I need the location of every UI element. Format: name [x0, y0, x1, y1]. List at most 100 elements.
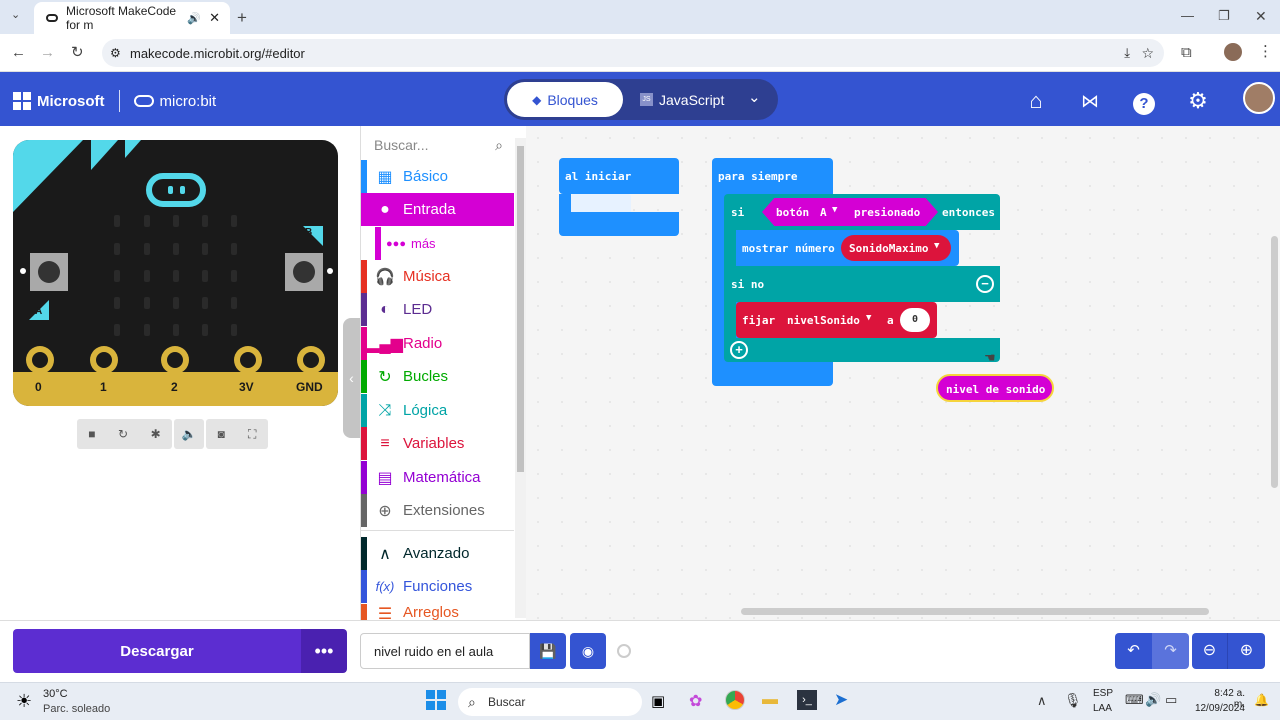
remove-else-icon[interactable]: −: [976, 275, 994, 293]
extensions-icon[interactable]: ⧉: [1181, 45, 1192, 60]
toolbox-advanced[interactable]: ∧ Avanzado: [361, 537, 514, 570]
toolbox-input[interactable]: ● Entrada: [361, 193, 514, 226]
chrome-icon[interactable]: [725, 690, 745, 710]
reload-icon[interactable]: ↻: [71, 45, 84, 60]
battery-icon[interactable]: ▭: [1165, 692, 1177, 708]
notifications-icon[interactable]: 🔔: [1254, 693, 1269, 707]
taskbar-search[interactable]: ⌕ Buscar: [458, 688, 642, 716]
toolbox-basic[interactable]: ▦ Básico: [361, 160, 514, 193]
chevron-down-icon[interactable]: ⌄: [748, 88, 761, 106]
show-number-block[interactable]: mostrar número SonidoMaximo ▼: [736, 230, 959, 266]
toolbox-functions[interactable]: f(x) Funciones: [361, 570, 514, 603]
sound-level-block[interactable]: nivel de sonido: [936, 374, 1054, 402]
if-block[interactable]: si botón A ▼ presionado entonces: [724, 194, 1000, 230]
toolbox-logic-label: Lógica: [403, 402, 448, 419]
browser-tab[interactable]: Microsoft MakeCode for m 🔊 ✕: [34, 2, 230, 34]
toolbox-extensions[interactable]: ⊕ Extensiones: [361, 494, 514, 527]
add-else-icon[interactable]: +: [730, 341, 748, 359]
toolbox-math[interactable]: ▤ Matemática: [361, 461, 514, 494]
toolbox-scrollbar[interactable]: [515, 138, 526, 618]
tab-list-icon[interactable]: ⌄: [11, 10, 20, 21]
toolbox-input-more[interactable]: ●●● más: [361, 227, 514, 260]
toolbox-radio[interactable]: ▂▄▆ Radio: [361, 327, 514, 360]
toolbox-logic[interactable]: ⤨ Lógica: [361, 394, 514, 427]
undo-icon[interactable]: ↶: [1115, 633, 1152, 669]
volume-icon[interactable]: 🔊: [1145, 692, 1161, 708]
download-menu-button[interactable]: •••: [301, 629, 347, 673]
bookmark-star-icon[interactable]: ☆: [1141, 45, 1154, 62]
toolbox-music[interactable]: 🎧 Música: [361, 260, 514, 293]
github-button[interactable]: ◉: [570, 633, 606, 669]
lang-1[interactable]: ESP: [1093, 688, 1113, 699]
on-start-block[interactable]: al iniciar: [559, 158, 679, 194]
var-level-label[interactable]: nivelSonido: [787, 314, 860, 327]
redo-icon[interactable]: ↷: [1152, 633, 1189, 669]
lang-2[interactable]: LAA: [1093, 703, 1112, 714]
new-tab-icon[interactable]: +: [237, 9, 247, 26]
site-info-icon[interactable]: ⚙: [110, 46, 121, 60]
tray-chevron-icon[interactable]: ∧: [1037, 693, 1047, 709]
task-view-icon[interactable]: ▣: [651, 692, 665, 710]
network-icon[interactable]: ⌨: [1125, 692, 1144, 708]
set-variable-block[interactable]: fijar nivelSonido ▼ a 0: [736, 302, 937, 338]
save-button[interactable]: 💾: [530, 633, 566, 669]
dropdown-triangle-icon[interactable]: ▼: [866, 313, 871, 323]
else-label: si no: [731, 278, 765, 291]
zoom-out-icon[interactable]: ⊖: [1192, 633, 1228, 669]
project-name-input[interactable]: [360, 633, 530, 669]
microphone-icon[interactable]: 🎙: [1064, 692, 1082, 709]
close-tab-icon[interactable]: ✕: [209, 10, 220, 26]
mute-icon[interactable]: 🔈: [174, 419, 204, 449]
microbit-board[interactable]: 0 1 2 3V GND A B: [13, 140, 338, 406]
minimize-icon[interactable]: —: [1181, 9, 1194, 22]
debug-icon[interactable]: ✱: [151, 427, 161, 441]
user-avatar[interactable]: [1243, 82, 1275, 114]
zoom-in-icon[interactable]: ⊕: [1228, 633, 1265, 669]
tab-javascript[interactable]: JS JavaScript: [640, 82, 740, 117]
workspace-hscrollbar[interactable]: [741, 608, 1209, 615]
workspace-vscrollbar[interactable]: [1271, 236, 1278, 488]
number-input[interactable]: 0: [900, 308, 930, 332]
windows-start-icon[interactable]: [426, 690, 446, 710]
restore-icon[interactable]: ❐: [1218, 9, 1230, 22]
fullscreen-icon[interactable]: ⛶: [248, 427, 256, 442]
dropdown-triangle-icon[interactable]: ▼: [934, 241, 939, 251]
terminal-icon[interactable]: ›_: [797, 690, 817, 710]
collapse-simulator-button[interactable]: ‹: [343, 318, 360, 438]
button-value[interactable]: A: [820, 206, 827, 219]
address-bar-row: ← → ↻ ⚙ makecode.microbit.org/#editor ⤓ …: [0, 34, 1280, 72]
download-button[interactable]: Descargar: [13, 629, 301, 673]
help-icon[interactable]: ?: [1131, 88, 1157, 115]
restart-icon[interactable]: ↻: [118, 427, 128, 441]
url-field[interactable]: ⚙ makecode.microbit.org/#editor ⤓ ☆: [102, 39, 1164, 67]
close-window-icon[interactable]: ✕: [1255, 9, 1267, 23]
stop-icon[interactable]: ■: [88, 427, 95, 441]
forward-icon[interactable]: →: [40, 45, 55, 60]
calculator-icon: ▤: [377, 469, 393, 487]
shuffle-icon: ⤨: [378, 401, 392, 419]
weather-desc[interactable]: Parc. soleado: [43, 703, 110, 715]
settings-gear-icon[interactable]: ⚙: [1185, 88, 1211, 114]
back-icon[interactable]: ←: [11, 45, 26, 60]
toolbox-search-input[interactable]: Buscar... ⌕: [361, 130, 513, 160]
screenshot-icon[interactable]: ◙: [218, 427, 225, 441]
tab-blocks[interactable]: ◆ Bloques: [507, 82, 623, 117]
toolbox-variables[interactable]: ≡ Variables: [361, 427, 514, 460]
copilot-icon[interactable]: ✿: [689, 691, 702, 711]
file-explorer-icon[interactable]: ▬: [762, 691, 778, 709]
toolbox-arrays[interactable]: ☰ Arreglos: [361, 604, 514, 620]
install-app-icon[interactable]: ⤓: [1124, 45, 1130, 61]
blocks-workspace[interactable]: al iniciar para siempre si botón A ▼ pre…: [526, 126, 1280, 620]
dropdown-triangle-icon[interactable]: ▼: [832, 205, 837, 215]
clock-date[interactable]: 12/09/2024: [1190, 703, 1245, 714]
profile-avatar[interactable]: [1224, 43, 1242, 61]
weather-temp[interactable]: 30°C: [43, 688, 68, 700]
toolbox-led[interactable]: ◐ LED: [361, 293, 514, 326]
browser-menu-icon[interactable]: ⋮: [1258, 44, 1273, 59]
share-icon[interactable]: ⋈: [1077, 88, 1103, 114]
app-arrow-icon[interactable]: ➤: [834, 690, 848, 710]
home-icon[interactable]: ⌂: [1023, 88, 1049, 114]
brand-logo[interactable]: Microsoft micro:bit: [13, 90, 216, 112]
chevron-up-icon: ∧: [379, 545, 391, 563]
toolbox-loops[interactable]: ↻ Bucles: [361, 360, 514, 393]
